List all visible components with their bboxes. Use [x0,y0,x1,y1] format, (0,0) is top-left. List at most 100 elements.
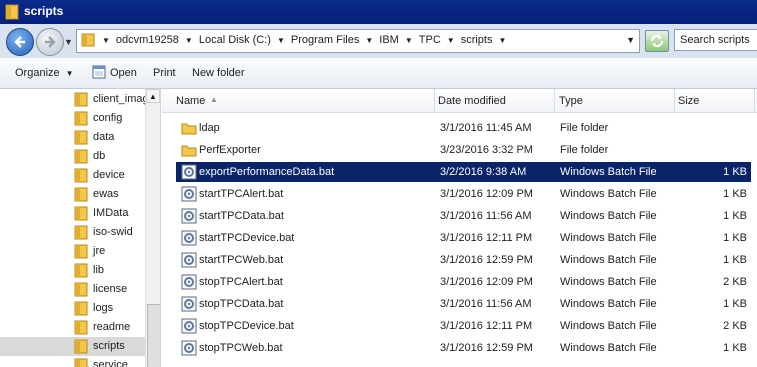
chevron-down-icon[interactable]: ▼ [277,36,285,45]
chevron-down-icon[interactable]: ▼ [365,36,373,45]
nav-folder-item[interactable]: iso-swid [0,223,145,242]
breadcrumb-item[interactable]: Program Files [291,34,359,46]
back-button[interactable] [6,28,34,56]
nav-folder-label: logs [93,302,114,314]
breadcrumb-item[interactable]: IBM [379,34,399,46]
folder-icon [74,149,88,164]
nav-folder-label: service [93,359,128,367]
column-size-label: Size [678,95,700,107]
forward-button[interactable] [36,28,64,56]
file-type: Windows Batch File [560,232,657,244]
file-name: startTPCAlert.bat [199,188,284,200]
nav-folder-item[interactable]: logs [0,299,145,318]
file-row[interactable]: startTPCDevice.bat 3/1/2016 12:11 PM Windo… [176,228,751,248]
batch-file-icon [181,296,197,312]
nav-scrollbar[interactable]: ▲ [145,89,160,367]
folder-icon [74,130,88,145]
scroll-up-icon[interactable]: ▲ [146,89,160,103]
nav-folder-item[interactable]: readme [0,318,145,337]
file-row[interactable]: stopTPCDevice.bat 3/1/2016 12:11 PM Window… [176,316,751,336]
recent-pages-dropdown[interactable]: ▼ [64,37,73,47]
refresh-button[interactable] [645,30,669,52]
file-type: Windows Batch File [560,188,657,200]
folder-icon [74,225,88,240]
nav-folder-label: ewas [93,188,119,200]
batch-file-icon [181,164,197,180]
sort-ascending-icon: ▲ [210,95,218,104]
file-row[interactable]: ldap 3/1/2016 11:45 AM File folder [176,118,751,138]
nav-folder-item[interactable]: client_imag [0,90,149,109]
refresh-icon [650,34,664,48]
file-row[interactable]: stopTPCData.bat 3/1/2016 11:56 AM Windows … [176,294,751,314]
file-date: 3/1/2016 11:56 AM [440,298,532,310]
file-size: 2 KB [723,276,747,288]
breadcrumb-path: ▼ odcvm19258 ▼ Local Disk (C:) ▼ Program File… [99,34,512,46]
file-name: stopTPCDevice.bat [199,320,294,332]
breadcrumb-item[interactable]: Local Disk (C:) [199,34,271,46]
open-label: Open [110,67,137,79]
arrow-left-icon [14,36,25,48]
file-name: ldap [199,122,220,134]
arrow-right-icon [45,36,56,48]
file-row[interactable]: startTPCWeb.bat 3/1/2016 12:59 PM Windows … [176,250,751,270]
file-name: stopTPCWeb.bat [199,342,283,354]
column-name[interactable]: Name ▲ [162,89,435,112]
nav-folder-item[interactable]: ewas [0,185,145,204]
open-button[interactable]: Open [92,65,137,79]
search-input[interactable]: Search scripts [674,29,757,51]
new-folder-button[interactable]: New folder [192,67,245,79]
navigation-pane: client_imagconfig data db device ewas IMData i… [0,89,161,367]
chevron-down-icon[interactable]: ▼ [498,36,506,45]
organize-button[interactable]: Organize ▼ [15,67,74,79]
file-row[interactable]: exportPerformanceData.bat 3/2/2016 9:38 A… [176,162,751,182]
file-date: 3/1/2016 12:11 PM [440,232,533,244]
nav-folder-label: jre [93,245,106,257]
breadcrumb-item[interactable]: TPC [419,34,441,46]
chevron-down-icon[interactable]: ▼ [447,36,455,45]
breadcrumb-item[interactable]: odcvm19258 [116,34,179,46]
nav-folder-item[interactable]: scripts [0,337,145,356]
column-type[interactable]: Type [554,89,675,112]
file-row[interactable]: startTPCAlert.bat 3/1/2016 12:09 PM Window… [176,184,751,204]
print-button[interactable]: Print [153,67,176,79]
nav-folder-item[interactable]: db [0,147,145,166]
file-date: 3/23/2016 3:32 PM [440,144,533,156]
file-row[interactable]: PerfExporter 3/23/2016 3:32 PM File folder [176,140,751,160]
folder-icon [74,206,88,221]
scrollbar-thumb[interactable] [147,304,160,367]
breadcrumb-item[interactable]: scripts [461,34,493,46]
breadcrumb[interactable]: ▼ odcvm19258 ▼ Local Disk (C:) ▼ Program File… [76,29,640,53]
nav-folder-label: data [93,131,115,143]
nav-folder-item[interactable]: jre [0,242,145,261]
file-date: 3/1/2016 12:09 PM [440,276,533,288]
folder-icon [74,168,88,183]
chevron-down-icon[interactable]: ▼ [102,36,110,45]
address-dropdown-icon[interactable]: ▼ [626,35,635,45]
folder-icon [181,145,197,157]
column-size[interactable]: Size [674,89,755,112]
batch-file-icon [181,274,197,290]
chevron-down-icon[interactable]: ▼ [405,36,413,45]
file-row[interactable]: startTPCData.bat 3/1/2016 11:56 AM Windows… [176,206,751,226]
title-bar: scripts [0,0,757,24]
nav-folder-item[interactable]: service [0,356,145,367]
folder-icon [74,92,88,107]
nav-folder-item[interactable]: lib [0,261,145,280]
chevron-down-icon[interactable]: ▼ [185,36,193,45]
file-size: 1 KB [723,166,747,178]
nav-folder-item[interactable]: device [0,166,145,185]
folder-icon [181,123,197,135]
file-size: 1 KB [723,342,747,354]
nav-folder-label: client_imag [93,93,149,105]
nav-folder-item[interactable]: IMData [0,204,145,223]
file-row[interactable]: stopTPCWeb.bat 3/1/2016 12:59 PM Windows B… [176,338,751,358]
column-name-label: Name [176,95,206,107]
nav-folder-item[interactable]: data [0,128,145,147]
column-date-modified[interactable]: Date modified [434,89,555,112]
file-row[interactable]: stopTPCAlert.bat 3/1/2016 12:09 PM Windows… [176,272,751,292]
nav-folder-item[interactable]: license [0,280,145,299]
column-date-label: Date modified [438,95,506,107]
file-date: 3/1/2016 12:59 PM [440,342,533,354]
address-bar: ▼ ▼ odcvm19258 ▼ Local Disk (C:) ▼ Program Fi… [0,24,757,58]
nav-folder-item[interactable]: config [0,109,145,128]
